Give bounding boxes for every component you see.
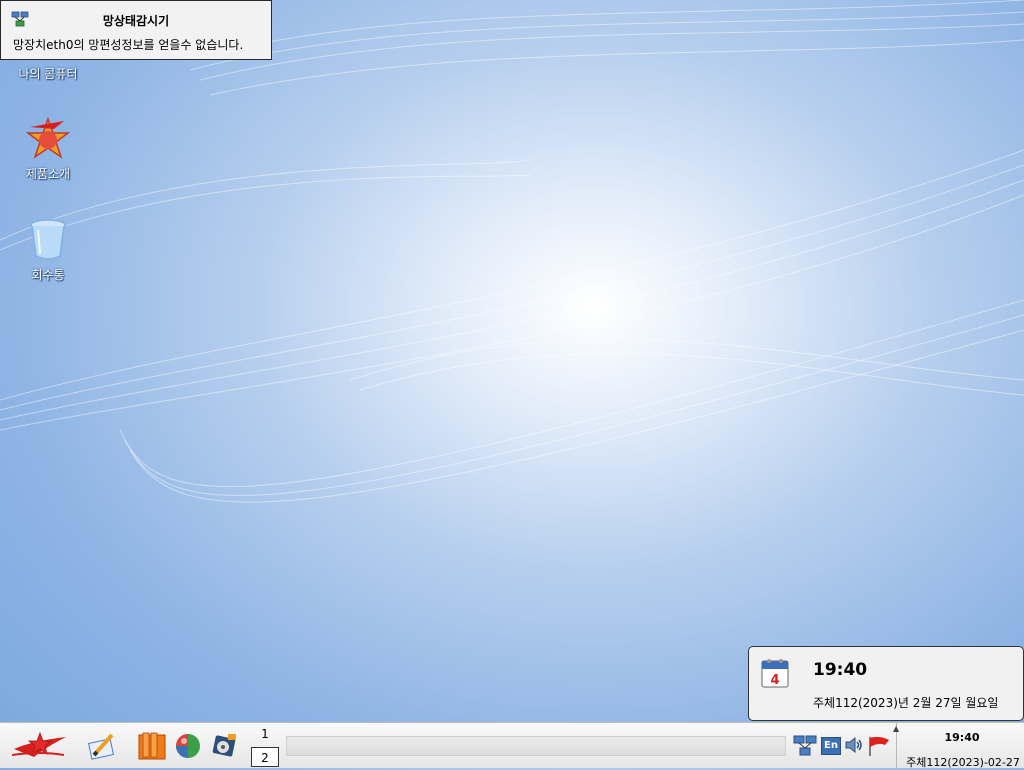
- network-monitor-notification[interactable]: 망상태감시기 망장치eth0의 망편성정보를 얻을수 없습니다.: [0, 0, 272, 60]
- desktop-icon-label: 제품소개: [25, 167, 71, 181]
- file-manager-icon[interactable]: [137, 731, 167, 765]
- notification-title: 망상태감시기: [102, 14, 170, 28]
- workspace-2-button[interactable]: 2: [251, 747, 279, 767]
- clock-popup-time: 19:40: [813, 660, 868, 680]
- desktop-icon-label: 회수통: [31, 268, 65, 282]
- desktop-icon-trash[interactable]: 회수통: [3, 216, 93, 283]
- volume-icon[interactable]: [844, 735, 864, 759]
- network-tray-icon[interactable]: [793, 735, 817, 761]
- flag-icon[interactable]: [867, 735, 891, 761]
- tray-arrow-icon[interactable]: ▲: [893, 724, 899, 733]
- task-list[interactable]: [286, 736, 786, 756]
- calendar-icon: 4: [760, 657, 790, 689]
- desktop-icon-label: 나의 콤퓨터: [18, 67, 78, 81]
- taskbar-clock-time[interactable]: 19:40: [902, 731, 1022, 744]
- input-method-indicator[interactable]: En: [821, 737, 841, 755]
- trash-icon: [24, 216, 72, 264]
- calendar-day: 4: [770, 673, 779, 688]
- taskbar: 1 2 En ▲ 19:40 주체112(2023)-02-27: [0, 722, 1024, 769]
- start-menu-icon[interactable]: [10, 729, 68, 767]
- workspace-1-button[interactable]: 1: [251, 724, 279, 744]
- desktop-wallpaper: [0, 0, 1024, 503]
- media-player-icon[interactable]: [210, 731, 240, 765]
- desktop-icon-my-computer[interactable]: 나의 콤퓨터: [3, 63, 93, 82]
- text-editor-icon[interactable]: [86, 729, 118, 765]
- desktop-icon-product-intro[interactable]: 제품소개: [3, 115, 93, 182]
- notification-message: 망장치eth0의 망편성정보를 얻을수 없습니다.: [13, 38, 244, 52]
- product-intro-icon: [24, 115, 72, 163]
- web-browser-icon[interactable]: [174, 732, 202, 764]
- clock-popup-date: 주체112(2023)년 2월 27일 월요일: [813, 696, 999, 710]
- clock-popup[interactable]: 4 19:40 주체112(2023)년 2월 27일 월요일: [748, 646, 1024, 721]
